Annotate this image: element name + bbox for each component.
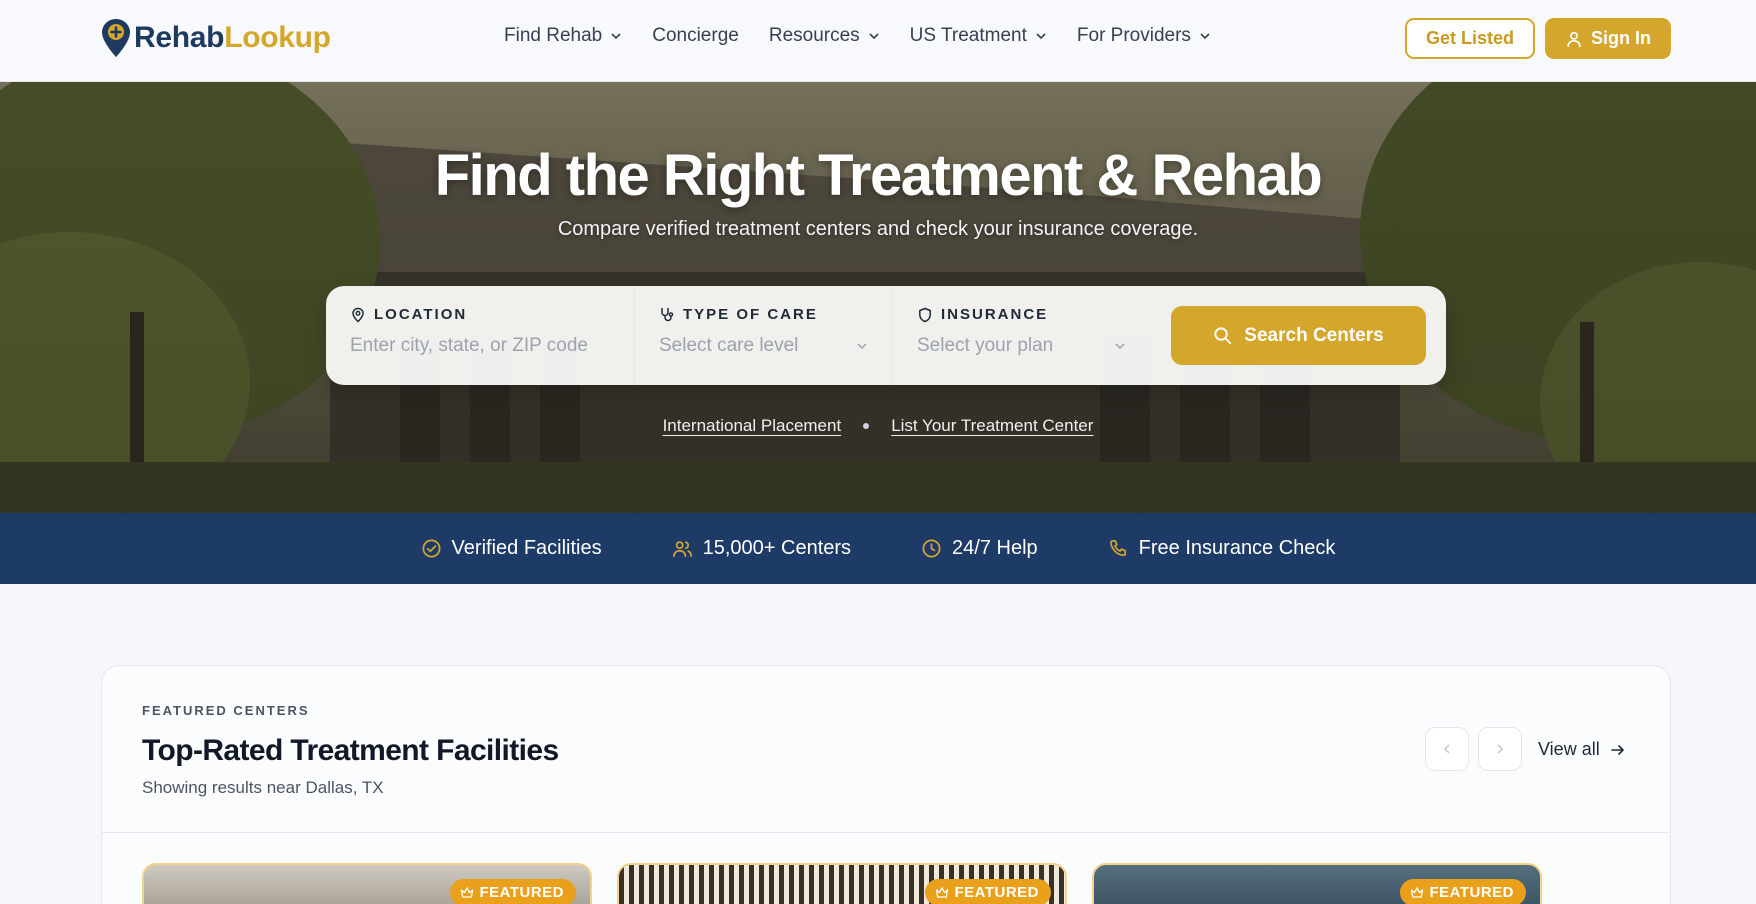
stethoscope-icon — [661, 307, 674, 321]
chevron-down-icon — [1200, 33, 1210, 40]
top-navigation: RehabLookup Find Rehab Concierge Resourc… — [0, 0, 1756, 82]
facility-card-image[interactable]: FEATURED — [142, 863, 592, 904]
search-centers-button[interactable]: Search Centers — [1171, 306, 1426, 365]
menu-us-treatment[interactable]: US Treatment — [910, 25, 1047, 47]
shield-icon — [919, 307, 931, 322]
crown-icon — [461, 886, 474, 898]
crown-icon — [1411, 886, 1424, 898]
hero-subtitle: Compare verified treatment centers and c… — [557, 218, 1199, 240]
hero-title: Find the Right Treatment & Rehab — [434, 143, 1323, 208]
hero-links: International Placement List Your Treatm… — [0, 416, 1756, 436]
chevron-down-icon — [869, 33, 879, 40]
main-menu: Find Rehab Concierge Resources US Treatm… — [504, 25, 1211, 47]
separator-dot — [863, 423, 870, 429]
check-circle-icon — [422, 539, 441, 558]
featured-centers-card: FEATURED CENTERS Top-Rated Treatment Fac… — [101, 665, 1671, 904]
featured-badge: FEATURED — [925, 879, 1051, 904]
map-pin-icon — [352, 307, 364, 323]
menu-for-providers[interactable]: For Providers — [1077, 25, 1211, 47]
users-icon — [672, 541, 692, 557]
logo[interactable]: RehabLookup — [100, 18, 331, 58]
trust-item-insurance: Free Insurance Check — [1108, 537, 1335, 560]
insurance-select[interactable]: Select your plan — [917, 335, 1126, 357]
trust-bar: Verified Facilities 15,000+ Centers 24/7… — [0, 513, 1756, 584]
facility-card-image[interactable]: FEATURED — [617, 863, 1067, 904]
carousel-prev-button[interactable] — [1425, 727, 1469, 771]
hero-section: Find the Right Treatment & Rehab Compare… — [0, 82, 1756, 513]
view-all-link[interactable]: View all — [1538, 739, 1626, 760]
sign-in-button[interactable]: Sign In — [1545, 18, 1671, 59]
care-type-field[interactable]: TYPE OF CARE Select care level — [634, 286, 892, 385]
trust-item-verified: Verified Facilities — [421, 537, 602, 560]
arrow-right-icon — [1610, 744, 1624, 755]
menu-concierge[interactable]: Concierge — [652, 25, 739, 47]
phone-icon — [1109, 540, 1126, 557]
care-type-select[interactable]: Select care level — [659, 335, 868, 357]
search-icon — [1214, 327, 1232, 345]
carousel-next-button[interactable] — [1478, 727, 1522, 771]
user-icon — [1567, 31, 1581, 47]
divider — [102, 832, 1670, 833]
chevron-right-icon — [1497, 744, 1504, 754]
featured-eyebrow: FEATURED CENTERS — [142, 703, 310, 718]
insurance-field[interactable]: INSURANCE Select your plan — [892, 286, 1150, 385]
chevron-down-icon — [1036, 33, 1046, 40]
crown-icon — [936, 886, 949, 898]
location-field[interactable]: LOCATION Enter city, state, or ZIP code — [326, 286, 634, 385]
facility-card-image[interactable]: FEATURED — [1092, 863, 1542, 904]
trust-item-help: 24/7 Help — [921, 537, 1038, 560]
international-placement-link[interactable]: International Placement — [663, 416, 842, 436]
list-treatment-center-link[interactable]: List Your Treatment Center — [891, 416, 1093, 436]
menu-resources[interactable]: Resources — [769, 25, 880, 47]
chevron-down-icon — [1115, 343, 1125, 350]
care-type-label: TYPE OF CARE — [659, 306, 868, 323]
chevron-down-icon — [857, 343, 867, 350]
logo-text: RehabLookup — [134, 21, 331, 54]
clock-icon — [922, 539, 941, 558]
trust-item-centers: 15,000+ Centers — [672, 537, 851, 560]
location-input[interactable]: Enter city, state, or ZIP code — [350, 335, 610, 357]
location-label: LOCATION — [350, 306, 610, 323]
chevron-down-icon — [611, 33, 621, 40]
featured-title: Top-Rated Treatment Facilities — [142, 734, 559, 767]
search-panel: LOCATION Enter city, state, or ZIP code … — [326, 286, 1446, 385]
location-pin-logo-icon — [102, 19, 130, 57]
chevron-left-icon — [1443, 744, 1450, 754]
featured-badge: FEATURED — [1400, 879, 1526, 904]
get-listed-button[interactable]: Get Listed — [1405, 18, 1535, 59]
menu-find-rehab[interactable]: Find Rehab — [504, 25, 622, 47]
featured-subtitle: Showing results near Dallas, TX — [142, 778, 384, 797]
featured-badge: FEATURED — [450, 879, 576, 904]
insurance-label: INSURANCE — [917, 306, 1126, 323]
